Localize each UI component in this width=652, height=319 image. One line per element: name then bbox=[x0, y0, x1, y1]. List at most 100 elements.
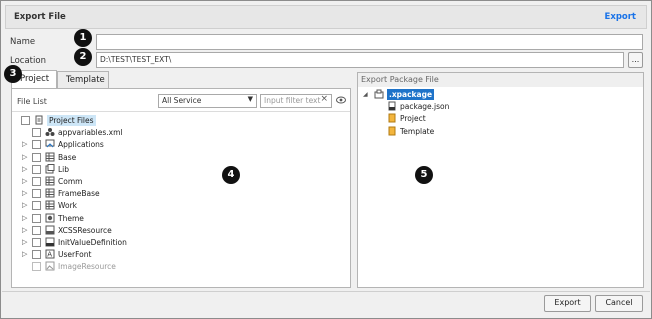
name-input[interactable] bbox=[96, 34, 643, 50]
clear-filter-icon[interactable]: × bbox=[320, 94, 328, 104]
file-tree-item-label: Work bbox=[58, 201, 77, 211]
package-tree: ◢ .xpackage package.json Project Template bbox=[358, 89, 643, 149]
grid-icon bbox=[45, 188, 55, 198]
file-tree-item[interactable]: ▷ Work bbox=[12, 200, 342, 212]
package-tree-item[interactable]: ◢ .xpackage bbox=[358, 89, 558, 101]
file-tree-item-label: Project Files bbox=[47, 115, 96, 126]
expand-arrow-icon[interactable]: ▷ bbox=[22, 214, 27, 222]
chevron-down-icon: ▼ bbox=[247, 95, 253, 103]
file-tree-item[interactable]: appvariables.xml bbox=[12, 127, 342, 139]
file-tree-item-label: XCSSResource bbox=[58, 225, 112, 235]
file-tree-item-label: Comm bbox=[58, 177, 83, 186]
browse-button[interactable]: ... bbox=[628, 52, 643, 68]
file-tree: Project Files appvariables.xml ▷ Applicatio… bbox=[12, 112, 350, 282]
package-tree-item-label: Template bbox=[400, 126, 435, 136]
item-checkbox[interactable] bbox=[32, 177, 41, 186]
visibility-icon[interactable] bbox=[336, 95, 346, 108]
location-input[interactable]: D:\TEST\TEST_EXT\ bbox=[96, 52, 624, 68]
tab-project-label: Project bbox=[20, 74, 50, 84]
image-icon bbox=[45, 261, 55, 271]
expand-arrow-icon[interactable]: ▷ bbox=[22, 250, 27, 258]
badge-2: 2 bbox=[74, 48, 92, 66]
package-tree-item-label: Project bbox=[400, 114, 426, 124]
export-package-header-bar: Export Package File bbox=[358, 73, 643, 87]
dialog-title: Export File bbox=[14, 12, 66, 22]
export-package-panel: Export Package File ◢ .xpackage package.js… bbox=[357, 72, 644, 288]
name-label: Name bbox=[10, 37, 36, 47]
badge-5: 5 bbox=[415, 166, 433, 184]
export-file-dialog: Export File Export Name 1 Location D:\TE… bbox=[0, 0, 652, 319]
package-tree-item-label: .xpackage bbox=[387, 89, 435, 100]
item-checkbox[interactable] bbox=[32, 152, 41, 162]
header-export-link[interactable]: Export bbox=[605, 12, 636, 22]
collapse-arrow-icon[interactable]: ◢ bbox=[363, 91, 368, 98]
expand-arrow-icon[interactable]: ▷ bbox=[22, 226, 27, 234]
file-tree-item[interactable]: ▷ XCSSResource bbox=[12, 225, 342, 237]
item-checkbox[interactable] bbox=[32, 262, 41, 272]
package-tree-item[interactable]: Template bbox=[358, 126, 558, 138]
tab-template[interactable]: Template bbox=[57, 71, 109, 88]
package-tree-item[interactable]: package.json bbox=[358, 101, 558, 113]
font-icon: A bbox=[45, 249, 55, 259]
expand-arrow-icon[interactable]: ▷ bbox=[22, 238, 27, 246]
file-tree-item-label: appvariables.xml bbox=[58, 128, 123, 138]
expand-arrow-icon[interactable]: ▷ bbox=[22, 140, 27, 148]
theme-icon bbox=[45, 213, 55, 223]
expand-arrow-icon[interactable]: ▷ bbox=[22, 165, 27, 173]
variables-icon bbox=[45, 127, 55, 137]
grid-icon bbox=[45, 176, 55, 186]
filter-input[interactable]: Input filter text × bbox=[260, 94, 332, 108]
file-tree-item-label: Applications bbox=[58, 140, 104, 150]
footer-divider bbox=[2, 291, 650, 292]
package-tree-item-label: package.json bbox=[400, 102, 450, 112]
service-select-value: All Service bbox=[162, 96, 202, 105]
item-checkbox[interactable] bbox=[32, 164, 41, 174]
file-tree-item[interactable]: Project Files bbox=[12, 115, 342, 127]
badge-1: 1 bbox=[74, 29, 92, 47]
item-checkbox[interactable] bbox=[32, 140, 41, 150]
file-tree-item[interactable]: ▷ FrameBase bbox=[12, 188, 342, 200]
json-icon bbox=[387, 101, 397, 111]
tab-template-label: Template bbox=[66, 75, 105, 85]
file-tree-item[interactable]: ▷ Theme bbox=[12, 213, 342, 225]
file-tree-item[interactable]: ImageResource bbox=[12, 261, 342, 273]
file-list-panel: File List All Service ▼ Input filter tex… bbox=[11, 88, 351, 288]
file-tree-item[interactable]: ▷ Lib bbox=[12, 163, 342, 176]
item-checkbox[interactable] bbox=[32, 189, 41, 199]
package-tree-item[interactable]: Project bbox=[358, 113, 558, 125]
service-select[interactable]: All Service ▼ bbox=[158, 94, 257, 108]
package-icon bbox=[374, 89, 384, 99]
item-checkbox[interactable] bbox=[32, 250, 41, 260]
dialog-titlebar: Export File Export bbox=[5, 5, 647, 29]
cancel-button[interactable]: Cancel bbox=[595, 295, 643, 312]
expand-arrow-icon[interactable]: ▷ bbox=[22, 177, 27, 185]
item-checkbox[interactable] bbox=[32, 128, 41, 138]
expand-arrow-icon[interactable]: ▷ bbox=[22, 201, 27, 209]
css-icon bbox=[45, 225, 55, 235]
file-tree-item[interactable]: ▷ InitValueDefinition bbox=[12, 237, 342, 249]
item-checkbox[interactable] bbox=[32, 201, 41, 211]
filter-placeholder: Input filter text bbox=[264, 96, 321, 105]
file-tree-item[interactable]: ▷ Applications bbox=[12, 139, 342, 151]
grid-icon bbox=[45, 152, 55, 162]
expand-arrow-icon[interactable]: ▷ bbox=[22, 189, 27, 197]
item-checkbox[interactable] bbox=[32, 213, 41, 223]
file-tree-item-label: Theme bbox=[58, 213, 84, 223]
file-tree-item[interactable]: ▷ Comm bbox=[12, 176, 342, 188]
file-tree-item-label: InitValueDefinition bbox=[58, 238, 127, 247]
export-button[interactable]: Export bbox=[544, 295, 591, 312]
template-icon bbox=[387, 126, 397, 136]
grid-icon bbox=[45, 200, 55, 210]
svg-text:A: A bbox=[47, 251, 52, 259]
badge-4: 4 bbox=[222, 166, 240, 184]
doc-icon bbox=[34, 115, 44, 125]
expand-arrow-icon[interactable]: ▷ bbox=[22, 153, 27, 161]
item-checkbox[interactable] bbox=[32, 225, 41, 235]
item-checkbox[interactable] bbox=[32, 238, 41, 247]
project-icon bbox=[387, 113, 397, 123]
file-tree-item[interactable]: ▷ A UserFont bbox=[12, 249, 342, 261]
item-checkbox[interactable] bbox=[21, 116, 30, 125]
file-tree-item[interactable]: ▷ Base bbox=[12, 152, 342, 164]
init-icon bbox=[45, 237, 55, 247]
application-icon bbox=[45, 139, 55, 149]
